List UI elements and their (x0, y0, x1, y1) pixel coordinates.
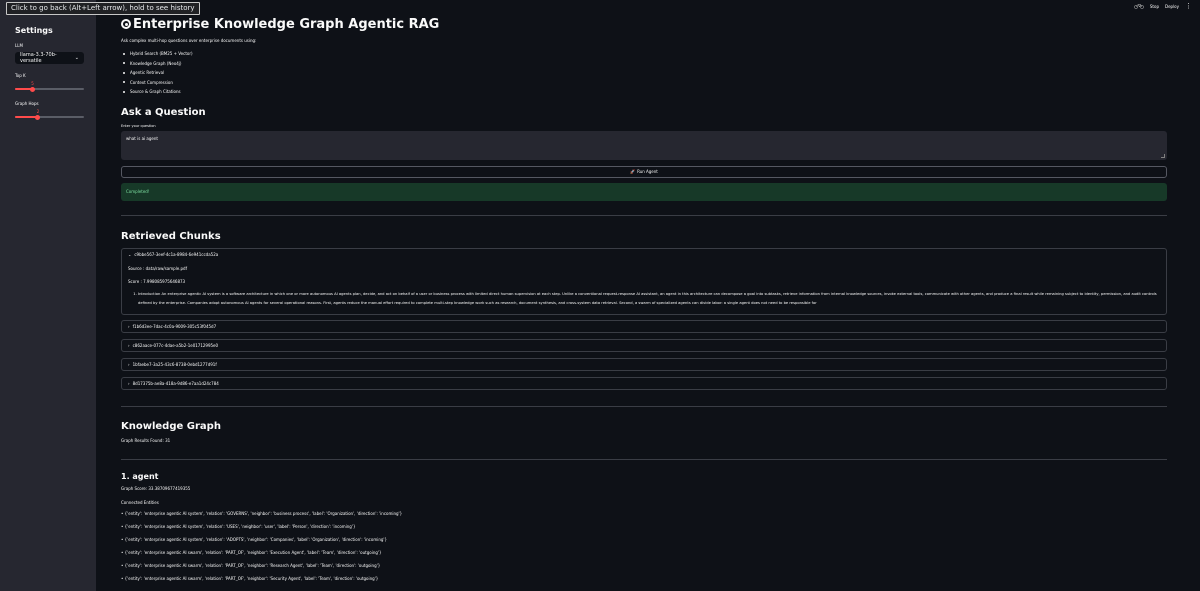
page-description: Ask complex multi-hop questions over ent… (121, 38, 257, 43)
chunk-body: Source : data/raw/sample.pdf Score : 7.9… (122, 260, 1166, 314)
bike-icon (1134, 4, 1144, 9)
chunks-heading: Retrieved Chunks (121, 230, 221, 242)
main-content: Enterprise Knowledge Graph Agentic RAG A… (121, 14, 1167, 585)
kg-item-title: 1. agent (121, 471, 159, 481)
hops-slider[interactable]: 2 (15, 109, 84, 120)
topk-label: Top K (15, 73, 26, 78)
entity-item: • {'entity': 'enterprise agentic AI swar… (121, 549, 382, 555)
chunk-expander-open[interactable]: ⌄ c9bbe567-3eef-4c1a-8984-6e941ccda52a S… (121, 247, 1167, 315)
chevron-right-icon: › (128, 342, 130, 348)
topk-slider[interactable]: 5 (15, 81, 84, 92)
feature-item: Source & Graph Citations (123, 87, 1167, 97)
chunk-id: 8d17375b-ae8a-418a-9d86-e7aa1d24c784 (132, 380, 219, 386)
deploy-button[interactable]: Deploy (1165, 4, 1179, 9)
graph-results-count: Graph Results Found: 31 (121, 437, 171, 443)
stop-button[interactable]: Stop (1150, 4, 1159, 9)
question-input-value: what is ai agent (126, 135, 158, 141)
chunk-id: c862aace-077c-4dae-a5b2-1e01712995e0 (132, 342, 219, 348)
ask-heading: Ask a Question (121, 106, 206, 118)
chevron-right-icon: › (128, 323, 130, 329)
status-message: Completed! (121, 182, 1167, 201)
chunk-score: Score : 7.998085975646873 (128, 278, 186, 284)
chevron-down-icon: ⌄ (128, 251, 132, 257)
divider (121, 458, 1167, 460)
chunk-text: Introduction An enterprise agentic AI sy… (138, 290, 1160, 308)
chunk-header[interactable]: › 8d17375b-ae8a-418a-9d86-e7aa1d24c784 (122, 378, 1166, 389)
kebab-menu-icon[interactable]: ⋮ (1185, 3, 1192, 10)
chunk-source: Source : data/raw/sample.pdf (128, 265, 188, 271)
entity-item: • {'entity': 'enterprise agentic AI swar… (121, 562, 381, 568)
topk-value: 5 (31, 81, 34, 86)
entity-item: • {'entity': 'enterprise agentic AI syst… (121, 536, 388, 542)
divider (121, 405, 1167, 407)
chunk-text-list: Introduction An enterprise agentic AI sy… (128, 290, 1160, 308)
chunk-id: 1bfaebe7-3a25-43c6-8738-0ebd1277d91f (132, 361, 217, 367)
top-toolbar: Stop Deploy ⋮ (1134, 3, 1192, 10)
connected-entities-label: Connected Entities (121, 499, 159, 505)
feature-item: Context Compression (123, 78, 1167, 88)
kg-heading: Knowledge Graph (121, 420, 221, 432)
chunk-expander[interactable]: › f1b6d3ee-7dac-4c0a-9009-305c53f045d7 (121, 319, 1167, 333)
graph-score: Graph Score: 33.38709677419355 (121, 485, 191, 491)
chunk-expander[interactable]: › 8d17375b-ae8a-418a-9d86-e7aa1d24c784 (121, 376, 1167, 390)
sidebar: Settings LLM llama-3.3-70b-versatile ⌄ T… (0, 0, 96, 591)
feature-item: Knowledge Graph (Neo4j) (123, 59, 1167, 69)
question-input[interactable]: what is ai agent (121, 130, 1167, 160)
chunk-header[interactable]: › 1bfaebe7-3a25-43c6-8738-0ebd1277d91f (122, 359, 1166, 370)
app-root: Click to go back (Alt+Left arrow), hold … (0, 0, 1200, 591)
chevron-right-icon: › (128, 380, 130, 386)
chunk-header[interactable]: › f1b6d3ee-7dac-4c0a-9009-305c53f045d7 (122, 321, 1166, 332)
llm-label: LLM (15, 43, 23, 48)
chunk-header[interactable]: › c862aace-077c-4dae-a5b2-1e01712995e0 (122, 340, 1166, 351)
feature-item: Agentic Retrieval (123, 68, 1167, 78)
entity-list: • {'entity': 'enterprise agentic AI syst… (121, 507, 1167, 585)
llm-select[interactable]: llama-3.3-70b-versatile ⌄ (15, 52, 84, 64)
entity-item: • {'entity': 'enterprise agentic AI syst… (121, 523, 356, 529)
chunk-id: c9bbe567-3eef-4c1a-8984-6e941ccda52a (134, 251, 219, 257)
chunk-id: f1b6d3ee-7dac-4c0a-9009-305c53f045d7 (132, 323, 217, 329)
chevron-down-icon: ⌄ (74, 55, 79, 61)
hops-label: Graph Hops (15, 101, 39, 106)
slider-thumb[interactable] (29, 86, 35, 92)
globe-icon (121, 19, 131, 29)
chevron-right-icon: › (128, 361, 130, 367)
feature-list: Hybrid Search (BM25 + Vector) Knowledge … (121, 49, 1167, 97)
sidebar-title: Settings (15, 26, 53, 35)
question-label: Enter your question (121, 123, 156, 128)
chunk-expander[interactable]: › c862aace-077c-4dae-a5b2-1e01712995e0 (121, 338, 1167, 352)
page-title-text: Enterprise Knowledge Graph Agentic RAG (133, 16, 440, 32)
llm-select-value: llama-3.3-70b-versatile (20, 52, 57, 64)
entity-item: • {'entity': 'enterprise agentic AI syst… (121, 510, 403, 516)
resize-handle-icon[interactable] (1161, 153, 1165, 158)
hops-value: 2 (36, 109, 40, 114)
rocket-icon: 🚀 (630, 169, 636, 174)
feature-item: Hybrid Search (BM25 + Vector) (123, 49, 1167, 59)
back-tooltip: Click to go back (Alt+Left arrow), hold … (6, 2, 200, 15)
run-agent-button[interactable]: 🚀 Run Agent (121, 165, 1167, 178)
chunk-expander[interactable]: › 1bfaebe7-3a25-43c6-8738-0ebd1277d91f (121, 357, 1167, 371)
entity-item: • {'entity': 'enterprise agentic AI swar… (121, 575, 379, 581)
run-agent-label: Run Agent (637, 169, 658, 174)
chunk-header[interactable]: ⌄ c9bbe567-3eef-4c1a-8984-6e941ccda52a (122, 249, 1166, 260)
page-title: Enterprise Knowledge Graph Agentic RAG (121, 14, 1167, 34)
slider-thumb[interactable] (35, 114, 41, 120)
divider (121, 214, 1167, 216)
